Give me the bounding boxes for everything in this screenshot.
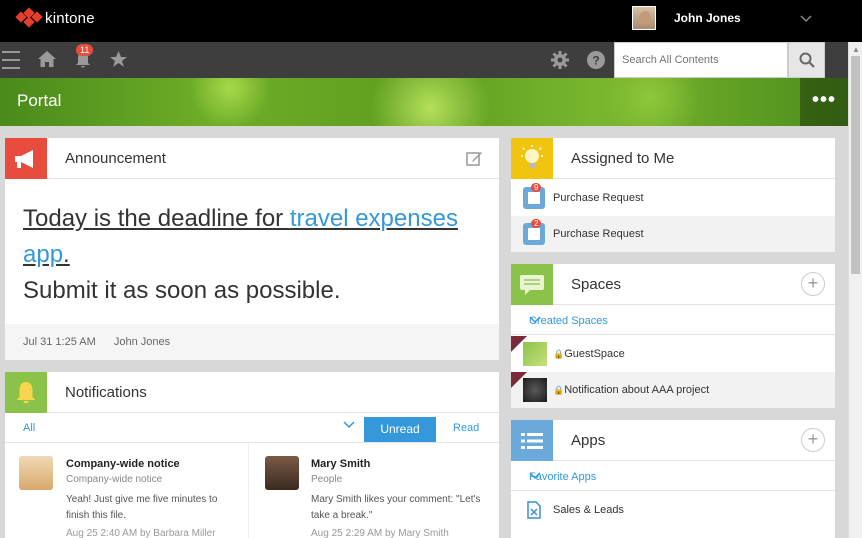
search-input[interactable] bbox=[615, 43, 787, 77]
kintone-logo[interactable]: kintone bbox=[15, 7, 95, 28]
spaces-panel: Spaces + Created Spaces 🔒GuestSpace 🔒Not… bbox=[511, 264, 835, 408]
lightbulb-icon bbox=[511, 138, 553, 179]
notification-meta: Aug 25 2:40 AM by Barbara Miller bbox=[66, 528, 216, 538]
list-item[interactable]: 9 Purchase Request bbox=[511, 180, 835, 216]
scrollbar-thumb[interactable] bbox=[851, 56, 860, 274]
list-item-label: Purchase Request bbox=[553, 192, 644, 204]
space-thumbnail bbox=[523, 342, 547, 366]
speech-bubble-icon bbox=[511, 264, 553, 305]
notification-body: Mary Smith likes your comment: "Let's ta… bbox=[311, 494, 481, 521]
list-item-label: Purchase Request bbox=[553, 228, 644, 240]
avatar bbox=[632, 6, 656, 30]
filter-select[interactable]: All bbox=[23, 422, 35, 434]
notification-filter-bar: All Unread Read bbox=[5, 413, 499, 443]
search-icon bbox=[799, 52, 815, 68]
list-item[interactable]: 🔒Notification about AAA project bbox=[511, 372, 835, 408]
list-item[interactable]: 🔒GuestSpace bbox=[511, 336, 835, 372]
lock-icon: 🔒 bbox=[553, 385, 565, 395]
star-icon[interactable] bbox=[109, 50, 128, 72]
announcement-text: Today is the deadline for bbox=[23, 205, 290, 232]
space-label-wrap: 🔒GuestSpace bbox=[553, 348, 625, 360]
assigned-header: Assigned to Me bbox=[511, 138, 835, 179]
announcement-date: Jul 31 1:25 AM bbox=[23, 336, 96, 348]
list-item[interactable]: Company-wide notice Company-wide notice … bbox=[19, 444, 249, 538]
announcement-header: Announcement bbox=[5, 138, 499, 179]
document-icon bbox=[527, 501, 541, 522]
user-name: John Jones bbox=[674, 11, 741, 25]
notification-meta: Aug 25 2:29 AM by Mary Smith bbox=[311, 528, 449, 538]
space-label-wrap: 🔒Notification about AAA project bbox=[553, 384, 709, 396]
megaphone-icon bbox=[5, 138, 47, 179]
announcement-body: Today is the deadline for travel expense… bbox=[5, 179, 499, 309]
favorite-apps-dropdown[interactable]: Favorite Apps bbox=[511, 462, 835, 491]
app-name: kintone bbox=[45, 9, 95, 27]
space-thumbnail bbox=[523, 378, 547, 402]
bell-icon bbox=[5, 372, 47, 413]
notification-body: Yeah! Just give me five minutes to finis… bbox=[66, 494, 218, 521]
list-item[interactable]: Sales & Leads bbox=[511, 492, 835, 528]
list-icon bbox=[511, 420, 553, 461]
add-app-button[interactable]: + bbox=[801, 428, 825, 452]
announcement-text-end: . bbox=[63, 241, 70, 268]
svg-text:?: ? bbox=[592, 54, 599, 68]
announcement-footer: Jul 31 1:25 AM John Jones bbox=[5, 324, 499, 360]
avatar bbox=[19, 456, 53, 490]
notification-title: Mary Smith bbox=[311, 458, 371, 470]
notification-badge: 11 bbox=[76, 44, 94, 56]
created-spaces-dropdown[interactable]: Created Spaces bbox=[511, 306, 835, 335]
add-space-button[interactable]: + bbox=[801, 272, 825, 296]
tab-unread[interactable]: Unread bbox=[364, 417, 436, 442]
announcement-author[interactable]: John Jones bbox=[114, 336, 170, 348]
notification-subtitle: Company-wide notice bbox=[66, 474, 163, 485]
nav-bar: 11 ? bbox=[0, 42, 848, 78]
list-item[interactable]: Mary Smith People Mary Smith likes your … bbox=[265, 444, 495, 538]
notification-title: Company-wide notice bbox=[66, 458, 180, 470]
search-field bbox=[614, 42, 788, 78]
kintone-logo-icon bbox=[15, 7, 43, 28]
list-item-label: Notification about AAA project bbox=[564, 384, 710, 396]
apps-header: Apps + bbox=[511, 420, 835, 461]
apps-title: Apps bbox=[571, 432, 606, 449]
help-icon[interactable]: ? bbox=[587, 51, 605, 73]
lock-icon: 🔒 bbox=[553, 349, 565, 359]
menu-icon[interactable] bbox=[2, 51, 20, 69]
chevron-down-icon bbox=[529, 315, 541, 327]
top-bar: kintone John Jones bbox=[0, 0, 862, 42]
scroll-up-arrow-icon[interactable]: ▲ bbox=[852, 45, 860, 54]
announcement-panel: Announcement Today is the deadline for t… bbox=[5, 138, 499, 360]
user-menu[interactable]: John Jones bbox=[632, 6, 741, 30]
home-icon[interactable] bbox=[37, 50, 57, 72]
edit-icon[interactable] bbox=[466, 150, 483, 172]
avatar bbox=[265, 456, 299, 490]
notifications-panel: Notifications All Unread Read Company-wi… bbox=[5, 372, 499, 538]
assigned-panel: Assigned to Me 9 Purchase Request 2 Purc… bbox=[511, 138, 835, 252]
list-item[interactable]: 2 Purchase Request bbox=[511, 216, 835, 252]
apps-panel: Apps + Favorite Apps Sales & Leads bbox=[511, 420, 835, 538]
list-item-label: Sales & Leads bbox=[553, 504, 624, 516]
chevron-down-icon bbox=[529, 471, 541, 483]
announcement-title: Announcement bbox=[65, 150, 166, 167]
more-options-button[interactable]: ••• bbox=[800, 78, 848, 126]
announcement-line2: Submit it as soon as possible. bbox=[23, 277, 341, 304]
list-item-label: GuestSpace bbox=[564, 348, 625, 360]
notification-subtitle: People bbox=[311, 474, 343, 485]
spaces-header: Spaces + bbox=[511, 264, 835, 305]
notifications-title: Notifications bbox=[65, 384, 147, 401]
portal-banner: Portal ••• bbox=[0, 78, 848, 126]
chevron-down-icon[interactable] bbox=[800, 12, 812, 26]
notifications-header: Notifications bbox=[5, 372, 499, 413]
gear-icon[interactable] bbox=[551, 51, 569, 73]
tab-read[interactable]: Read bbox=[453, 422, 479, 434]
chevron-down-icon[interactable] bbox=[343, 420, 355, 432]
assigned-title: Assigned to Me bbox=[571, 150, 675, 167]
search-button[interactable] bbox=[788, 42, 825, 78]
spaces-title: Spaces bbox=[571, 276, 622, 293]
scrollbar[interactable]: ▲ bbox=[848, 42, 862, 538]
page-title: Portal bbox=[17, 91, 62, 110]
